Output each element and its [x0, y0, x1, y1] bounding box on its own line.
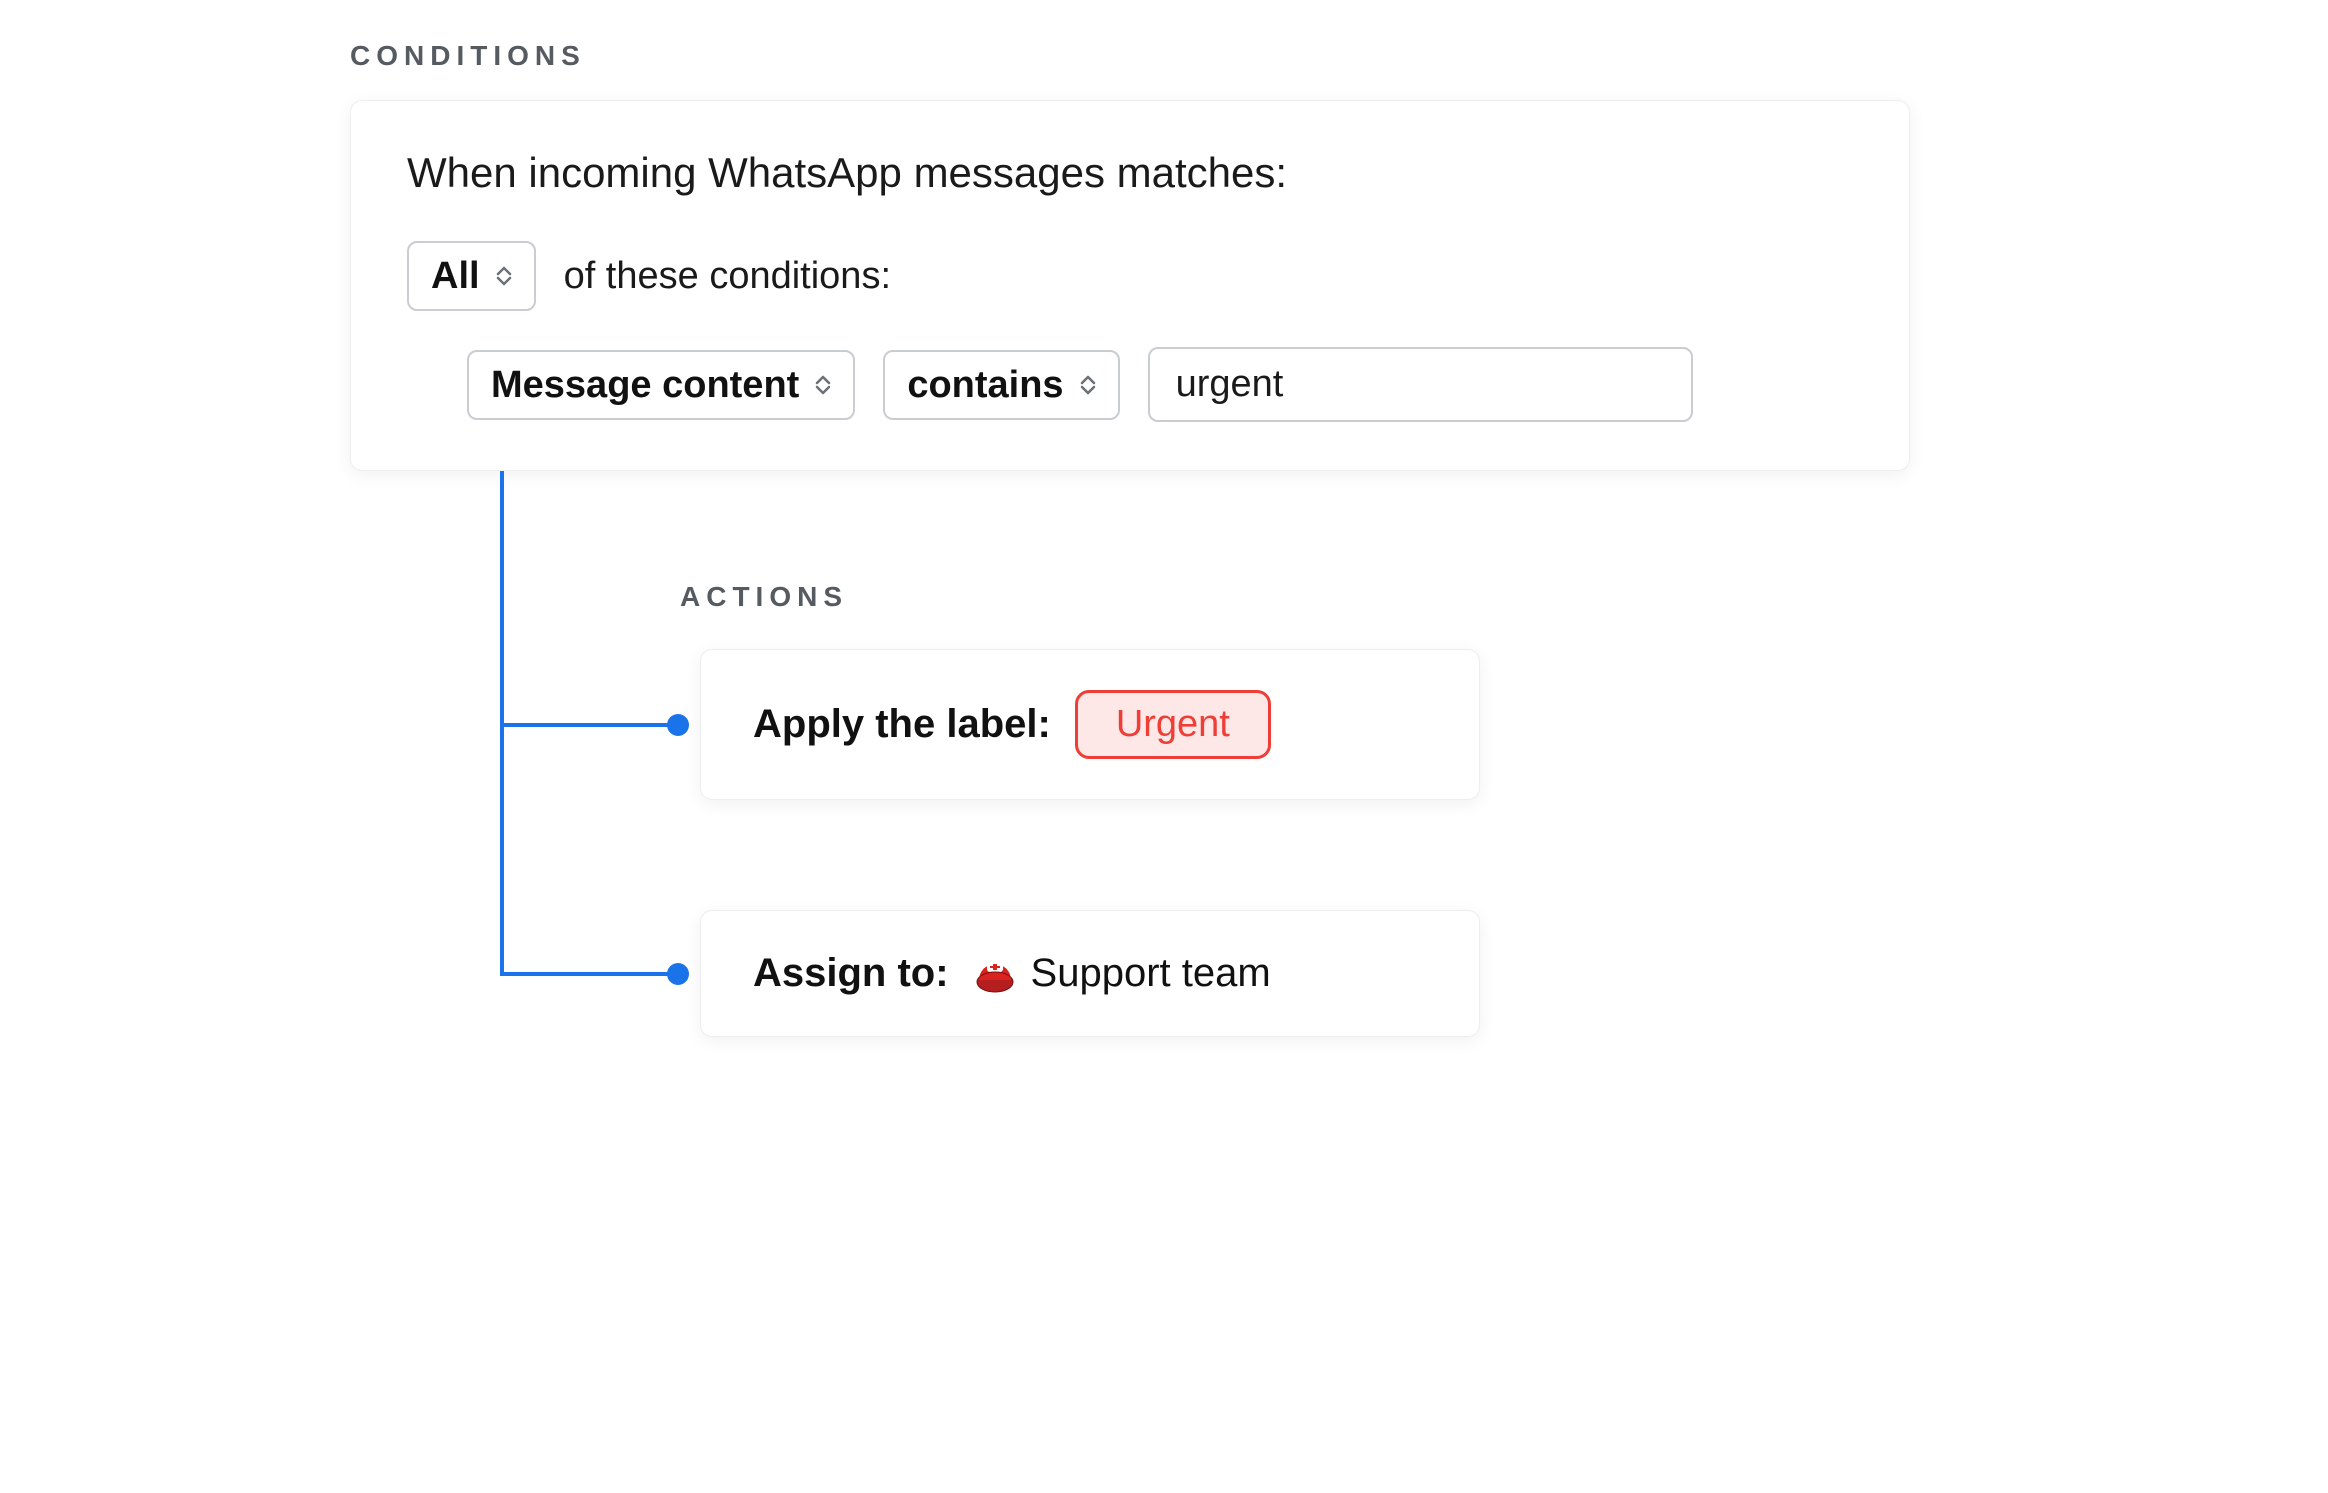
action-apply-label-text: Apply the label:: [753, 702, 1051, 747]
condition-operator-select[interactable]: contains: [883, 350, 1119, 420]
match-mode-select[interactable]: All: [407, 241, 536, 311]
condition-field-select[interactable]: Message content: [467, 350, 855, 420]
label-tag-urgent[interactable]: Urgent: [1075, 690, 1271, 759]
action-apply-label-card: Apply the label: Urgent: [700, 649, 1480, 800]
chevron-updown-icon: [496, 266, 512, 286]
rescue-helmet-icon: [973, 952, 1017, 996]
conditions-title: When incoming WhatsApp messages matches:: [407, 149, 1853, 197]
chevron-updown-icon: [815, 375, 831, 395]
condition-field-value: Message content: [491, 366, 799, 404]
chevron-updown-icon: [1080, 375, 1096, 395]
assignee-name: Support team: [1031, 951, 1271, 996]
assignee-value[interactable]: Support team: [973, 951, 1271, 996]
action-row: Assign to: Support team: [500, 910, 1980, 1037]
match-suffix-text: of these conditions:: [564, 255, 891, 298]
condition-operator-value: contains: [907, 366, 1063, 404]
connector-node-dot: [667, 714, 689, 736]
conditions-section-label: CONDITIONS: [350, 40, 1980, 72]
connector-node-dot: [667, 963, 689, 985]
actions-section-label: ACTIONS: [680, 581, 1980, 613]
condition-value-input[interactable]: [1148, 347, 1693, 422]
action-assign-card: Assign to: Support team: [700, 910, 1480, 1037]
conditions-card: When incoming WhatsApp messages matches:…: [350, 100, 1910, 471]
connector-horizontal-line: [502, 972, 678, 976]
action-assign-text: Assign to:: [753, 951, 949, 996]
match-mode-value: All: [431, 257, 480, 295]
connector-horizontal-line: [502, 723, 678, 727]
action-row: Apply the label: Urgent: [500, 649, 1980, 800]
